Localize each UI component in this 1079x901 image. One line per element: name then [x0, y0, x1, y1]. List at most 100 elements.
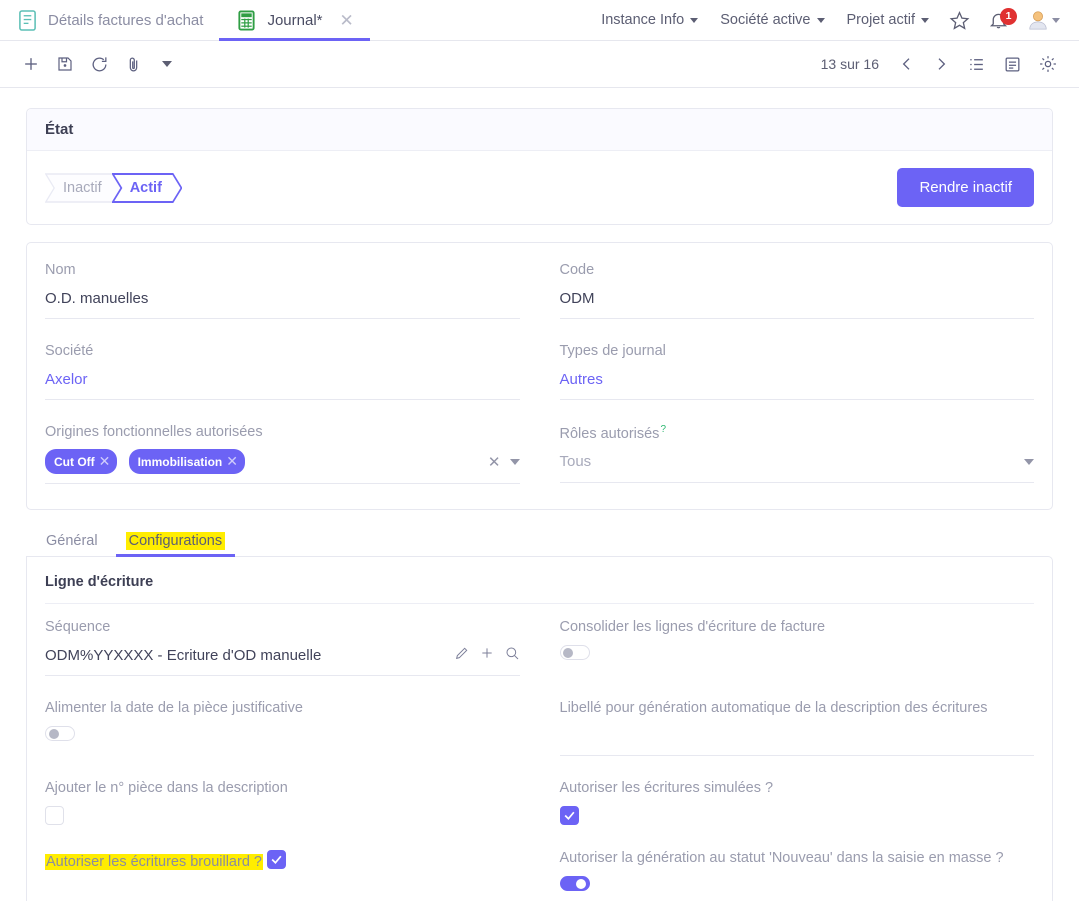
- sequence-value: ODM%YYXXXX - Ecriture d'OD manuelle: [45, 646, 322, 664]
- previous-record-button[interactable]: [891, 48, 923, 80]
- chevron-down-icon: [162, 61, 172, 67]
- code-input[interactable]: ODM: [559, 287, 1034, 319]
- star-icon[interactable]: [940, 10, 979, 31]
- state-panel-title: État: [27, 109, 1052, 151]
- field-ajouter-piece: Ajouter le n° pièce dans la description: [45, 780, 520, 830]
- ajouter-piece-checkbox[interactable]: [45, 806, 64, 825]
- menu-instance-info[interactable]: Instance Info: [590, 12, 709, 28]
- field-nom: Nom O.D. manuelles: [45, 262, 520, 324]
- field-types-journal: Types de journal Autres: [559, 343, 1034, 405]
- section-title-ligne-ecriture: Ligne d'écriture: [45, 574, 1034, 604]
- rendre-inactif-button[interactable]: Rendre inactif: [897, 168, 1034, 207]
- societe-value-link[interactable]: Axelor: [45, 368, 520, 400]
- menu-projet-actif[interactable]: Projet actif: [836, 12, 941, 28]
- tab-journal[interactable]: Journal* ✕: [219, 0, 371, 41]
- menu-label: Société active: [720, 12, 811, 28]
- new-record-button[interactable]: [14, 47, 48, 81]
- generation-nouveau-toggle[interactable]: [559, 876, 590, 891]
- ecritures-brouillard-checkbox[interactable]: [267, 850, 287, 869]
- tag-item[interactable]: Immobilisation ✕: [128, 449, 245, 474]
- field-libelle-generation: Libellé pour génération automatique de l…: [559, 700, 1034, 761]
- field-label: Alimenter la date de la pièce justificat…: [45, 700, 303, 716]
- menu-societe-active[interactable]: Société active: [709, 12, 835, 28]
- tab-label: Détails factures d'achat: [48, 11, 204, 29]
- toolbar-right-group: 13 sur 16: [821, 47, 1065, 81]
- help-icon[interactable]: ?: [660, 424, 666, 435]
- chevron-down-icon[interactable]: [509, 458, 520, 465]
- chevron-down-icon: [1052, 17, 1060, 23]
- save-button[interactable]: [48, 47, 82, 81]
- field-label: Rôles autorisés?: [560, 424, 1035, 442]
- libelle-generation-input[interactable]: [559, 725, 1034, 756]
- chevron-down-icon: [690, 17, 699, 23]
- browser-tab-bar: Détails factures d'achat Journal* ✕ Inst…: [0, 0, 1079, 41]
- field-label: Ajouter le n° pièce dans la description: [45, 780, 288, 796]
- spreadsheet-icon: [237, 10, 256, 31]
- consolider-toggle[interactable]: [559, 645, 590, 660]
- menu-label: Projet actif: [846, 12, 916, 28]
- more-actions-button[interactable]: [150, 47, 184, 81]
- tab-details-factures-achat[interactable]: Détails factures d'achat: [0, 0, 219, 40]
- gear-icon[interactable]: [1031, 47, 1065, 81]
- tag-label: Cut Off: [54, 454, 95, 469]
- main-fields-panel: Nom O.D. manuelles Code ODM Société Axel…: [26, 242, 1053, 510]
- form-view-button[interactable]: [995, 47, 1029, 81]
- tab-label: Général: [46, 533, 98, 549]
- refresh-button[interactable]: [82, 47, 116, 81]
- form-page: État Inactif Actif Rendre inactif Nom O.…: [0, 88, 1079, 901]
- field-label: Types de journal: [559, 343, 666, 359]
- attachment-button[interactable]: [116, 47, 150, 81]
- sequence-input[interactable]: ODM%YYXXXX - Ecriture d'OD manuelle: [45, 644, 520, 676]
- status-stepper: Inactif Actif Rendre inactif: [45, 168, 1034, 207]
- status-step-inactif[interactable]: Inactif: [45, 172, 122, 203]
- document-icon: [18, 9, 37, 31]
- field-label: Société: [45, 343, 94, 359]
- tab-configurations[interactable]: Configurations: [115, 527, 236, 557]
- clear-icon[interactable]: ✕: [488, 453, 501, 471]
- field-code: Code ODM: [559, 262, 1034, 324]
- bell-icon[interactable]: 1: [979, 7, 1018, 31]
- field-origines-fonctionnelles: Origines fonctionnelles autorisées Cut O…: [45, 424, 520, 489]
- remove-tag-icon[interactable]: ✕: [99, 453, 111, 470]
- record-toolbar: 13 sur 16: [0, 41, 1079, 88]
- remove-tag-icon[interactable]: ✕: [226, 453, 238, 470]
- nom-input[interactable]: O.D. manuelles: [45, 287, 520, 319]
- field-label: Code: [559, 262, 595, 278]
- tag-item[interactable]: Cut Off ✕: [45, 449, 118, 474]
- menu-label: Instance Info: [601, 12, 685, 28]
- chevron-down-icon: [816, 17, 825, 23]
- status-step-label: Inactif: [63, 179, 102, 196]
- tab-general[interactable]: Général: [36, 527, 108, 557]
- user-avatar-icon[interactable]: [1018, 9, 1069, 31]
- field-label: Libellé pour génération automatique de l…: [559, 700, 988, 716]
- field-label: Autoriser les écritures brouillard ?: [45, 854, 263, 870]
- origines-multiselect[interactable]: Cut Off ✕ Immobilisation ✕ ✕: [45, 449, 520, 484]
- field-label-text: Rôles autorisés: [559, 425, 660, 442]
- chevron-down-icon[interactable]: [1024, 458, 1034, 465]
- ecritures-simulees-checkbox[interactable]: [559, 806, 579, 825]
- list-view-button[interactable]: [959, 47, 993, 81]
- field-label: Origines fonctionnelles autorisées: [45, 424, 263, 440]
- field-sequence: Séquence ODM%YYXXXX - Ecriture d'OD manu…: [45, 619, 520, 681]
- next-record-button[interactable]: [925, 48, 957, 80]
- notification-badge: 1: [1000, 7, 1017, 25]
- field-alimenter-date: Alimenter la date de la pièce justificat…: [45, 700, 520, 760]
- chevron-down-icon: [921, 17, 929, 23]
- status-step-actif[interactable]: Actif: [111, 172, 182, 203]
- types-journal-value-link[interactable]: Autres: [559, 368, 1034, 400]
- plus-icon[interactable]: [479, 645, 495, 665]
- field-ecritures-brouillard: Autoriser les écritures brouillard ?: [45, 850, 520, 896]
- pencil-icon[interactable]: [454, 645, 470, 665]
- tag-label: Immobilisation: [137, 454, 223, 469]
- close-icon[interactable]: ✕: [340, 12, 354, 29]
- field-label: Consolider les lignes d'écriture de fact…: [559, 619, 826, 635]
- alimenter-date-toggle[interactable]: [45, 726, 75, 741]
- field-generation-nouveau: Autoriser la génération au statut 'Nouve…: [559, 850, 1035, 896]
- roles-select[interactable]: Tous: [559, 451, 1034, 483]
- tab-label: Journal*: [267, 11, 323, 29]
- status-step-label: Actif: [129, 179, 162, 196]
- field-label: Autoriser les écritures simulées ?: [559, 780, 774, 796]
- field-label: Séquence: [45, 619, 111, 635]
- search-icon[interactable]: [504, 645, 520, 665]
- record-pager-text: 13 sur 16: [820, 56, 879, 72]
